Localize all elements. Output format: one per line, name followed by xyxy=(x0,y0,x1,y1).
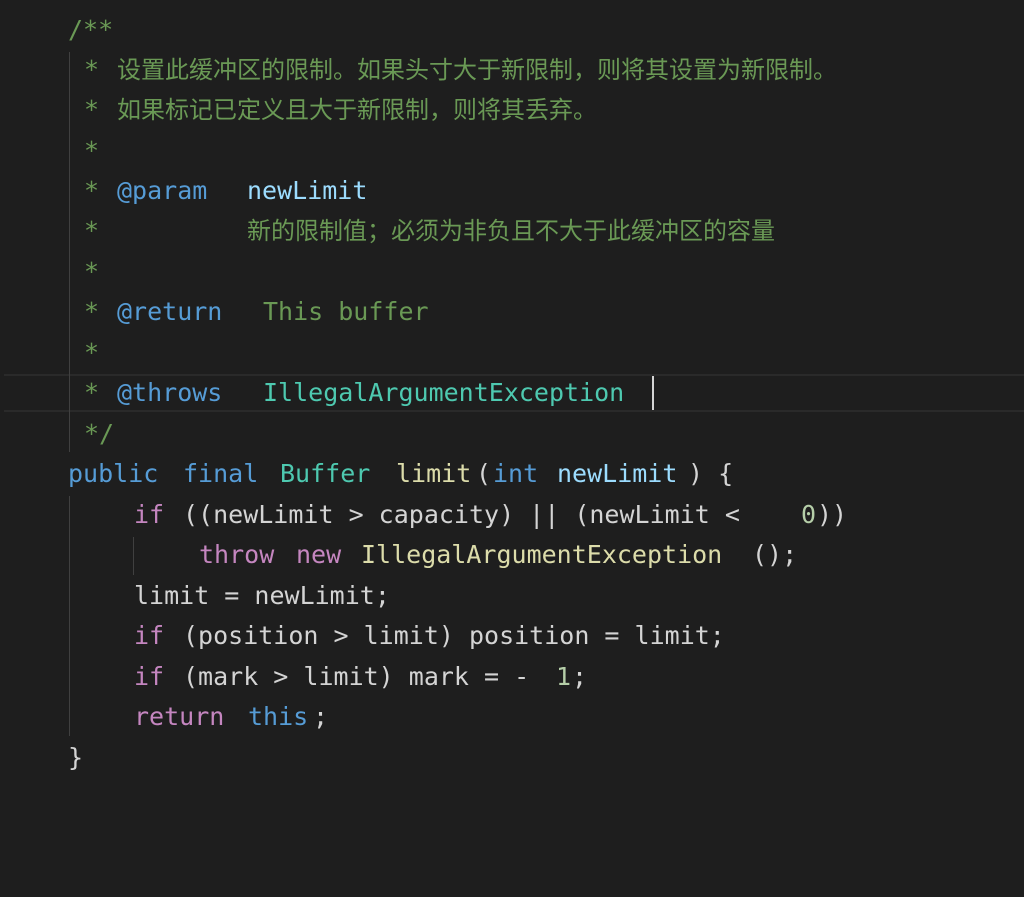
code-line-4[interactable]: * xyxy=(0,131,1024,171)
code-line-12[interactable]: public final Buffer limit ( int newLimit… xyxy=(0,454,1024,494)
keyword-if: if xyxy=(134,621,165,650)
keyword-if: if xyxy=(134,500,165,529)
code-line-8[interactable]: * @return This buffer xyxy=(0,292,1024,332)
number-one: 1 xyxy=(556,662,572,691)
code-line-17[interactable]: if (mark > limit) mark = - 1 ; xyxy=(0,657,1024,697)
keyword-throw: throw xyxy=(199,540,275,569)
code-line-19[interactable]: } xyxy=(0,738,1024,778)
code-line-15[interactable]: limit = newLimit; xyxy=(0,576,1024,616)
param-name: newLimit xyxy=(557,459,678,488)
javadoc-return-description: This buffer xyxy=(263,297,429,326)
keyword-return: return xyxy=(134,702,225,731)
code-line-3[interactable]: * 如果标记已定义且大于新限制，则将其丢弃。 xyxy=(0,90,1024,130)
javadoc-param-name: newLimit xyxy=(247,176,368,205)
number-zero: 0 xyxy=(801,500,817,529)
exception-constructor: IllegalArgumentException xyxy=(361,540,723,569)
text-cursor xyxy=(652,376,654,410)
javadoc-description-line-2: 如果标记已定义且大于新限制，则将其丢弃。 xyxy=(117,96,597,124)
closing-brace: } xyxy=(68,743,84,772)
code-line-2[interactable]: * 设置此缓冲区的限制。如果头寸大于新限制，则将其设置为新限制。 xyxy=(0,50,1024,90)
code-line-5[interactable]: * @param newLimit xyxy=(0,171,1024,211)
keyword-new: new xyxy=(296,540,342,569)
javadoc-star: * xyxy=(84,95,100,124)
javadoc-star: * xyxy=(84,338,100,367)
keyword-this: this xyxy=(248,702,309,731)
assign-statement: limit = newLimit; xyxy=(134,581,390,610)
signature-end: ) { xyxy=(688,459,734,488)
code-line-14[interactable]: throw new IllegalArgumentException (); xyxy=(0,535,1024,575)
keyword-if: if xyxy=(134,662,165,691)
semicolon: ; xyxy=(313,702,329,731)
open-paren: ( xyxy=(476,459,492,488)
javadoc-throws-type: IllegalArgumentException xyxy=(263,378,625,407)
semicolon: ; xyxy=(572,662,588,691)
code-line-7[interactable]: * xyxy=(0,252,1024,292)
javadoc-star: * xyxy=(84,55,100,84)
javadoc-star: * xyxy=(84,378,100,407)
code-editor[interactable]: /** * 设置此缓冲区的限制。如果头寸大于新限制，则将其设置为新限制。 * 如… xyxy=(0,0,1024,788)
if-condition: ((newLimit > capacity) || (newLimit < xyxy=(183,500,755,529)
param-type: int xyxy=(493,459,539,488)
code-line-10[interactable]: * @throws IllegalArgumentException xyxy=(0,373,1024,413)
code-line-9[interactable]: * xyxy=(0,333,1024,373)
code-line-11[interactable]: */ xyxy=(0,414,1024,454)
return-type: Buffer xyxy=(280,459,371,488)
keyword-public: public xyxy=(68,459,159,488)
javadoc-description-line-1: 设置此缓冲区的限制。如果头寸大于新限制，则将其设置为新限制。 xyxy=(117,56,837,84)
if-position-statement: (position > limit) position = limit; xyxy=(183,621,725,650)
keyword-final: final xyxy=(183,459,259,488)
javadoc-star: * xyxy=(84,176,100,205)
code-line-13[interactable]: if ((newLimit > capacity) || (newLimit <… xyxy=(0,495,1024,535)
javadoc-star: * xyxy=(84,297,100,326)
javadoc-star: * xyxy=(84,257,100,286)
code-line-18[interactable]: return this ; xyxy=(0,697,1024,737)
code-line-16[interactable]: if (position > limit) position = limit; xyxy=(0,616,1024,656)
javadoc-open: /** xyxy=(68,15,114,44)
javadoc-param-tag: @param xyxy=(117,176,208,205)
javadoc-star: * xyxy=(84,136,100,165)
javadoc-close: */ xyxy=(84,419,115,448)
throw-tail: (); xyxy=(752,540,798,569)
if-condition-end: )) xyxy=(817,500,848,529)
method-name: limit xyxy=(396,459,472,488)
javadoc-return-tag: @return xyxy=(117,297,223,326)
javadoc-param-description: 新的限制值；必须为非负且不大于此缓冲区的容量 xyxy=(247,217,775,245)
javadoc-throws-tag: @throws xyxy=(117,378,223,407)
javadoc-star: * xyxy=(84,216,100,245)
code-line-1[interactable]: /** xyxy=(0,10,1024,50)
if-mark-statement: (mark > limit) mark = - xyxy=(183,662,530,691)
code-line-6[interactable]: * 新的限制值；必须为非负且不大于此缓冲区的容量 xyxy=(0,211,1024,251)
